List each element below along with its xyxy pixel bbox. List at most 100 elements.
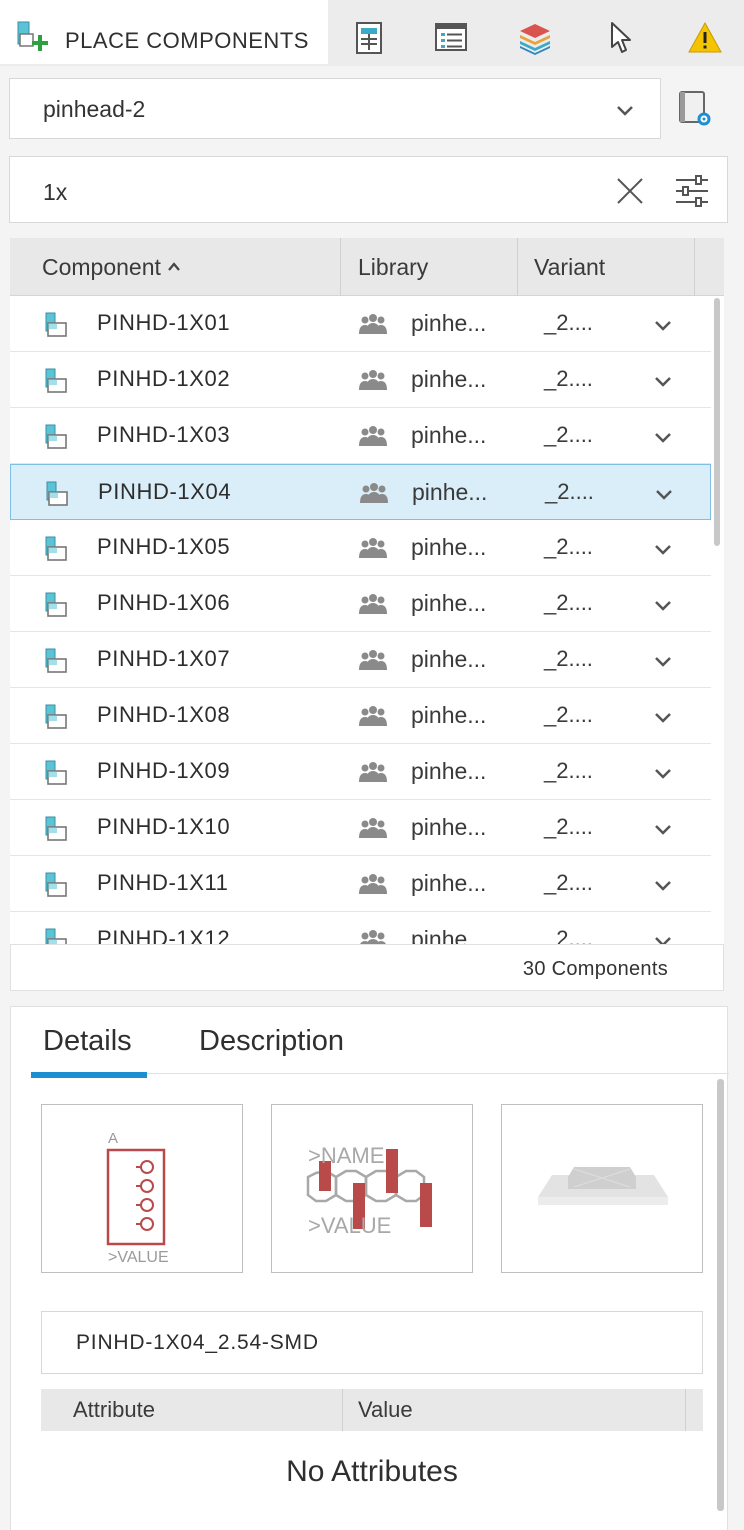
component-name: PINHD-1X01 — [97, 310, 231, 335]
chevron-down-icon[interactable] — [653, 483, 675, 505]
properties-icon[interactable] — [352, 20, 386, 56]
variant-name-field: PINHD-1X04_2.54-SMD — [41, 1311, 703, 1374]
table-row[interactable]: PINHD-1X04 pinhe... _2.... — [10, 464, 711, 520]
layers-icon[interactable] — [518, 20, 552, 56]
column-divider[interactable] — [517, 238, 518, 296]
panel-tab-bar: PLACE COMPONENTS — [0, 0, 744, 66]
filter-settings-icon[interactable] — [674, 174, 710, 208]
selection-filter-icon[interactable] — [604, 20, 638, 56]
table-row[interactable]: PINHD-1X10 pinhe... _2.... — [10, 800, 711, 856]
table-row[interactable]: PINHD-1X02 pinhe... _2.... — [10, 352, 711, 408]
sort-ascending-icon — [168, 262, 180, 271]
chevron-down-icon[interactable] — [652, 874, 674, 896]
variant-name: _2.... — [544, 310, 593, 335]
search-field[interactable]: 1x — [9, 156, 728, 223]
active-tab-indicator — [31, 1072, 147, 1078]
tab-details[interactable]: Details — [43, 1025, 132, 1058]
details-scrollbar-thumb[interactable] — [717, 1079, 724, 1511]
chevron-down-icon[interactable] — [652, 930, 674, 944]
chevron-down-icon[interactable] — [652, 650, 674, 672]
empty-attributes-message: No Attributes — [286, 1455, 458, 1488]
component-icon — [45, 704, 67, 729]
table-header: Component Library Variant — [10, 238, 724, 296]
table-row[interactable]: PINHD-1X05 pinhe... _2.... — [10, 520, 711, 576]
variant-name: _2.... — [544, 870, 593, 895]
component-name: PINHD-1X07 — [97, 646, 231, 671]
library-name: pinhe... — [411, 422, 487, 448]
tab-description[interactable]: Description — [199, 1025, 344, 1058]
symbol-preview[interactable]: A >VALUE — [41, 1104, 243, 1273]
component-name: PINHD-1X02 — [97, 366, 231, 391]
chevron-down-icon[interactable] — [652, 370, 674, 392]
library-name: pinhe... — [411, 702, 487, 728]
close-icon[interactable] — [614, 175, 646, 207]
column-header-variant[interactable]: Variant — [534, 238, 605, 296]
table-row[interactable]: PINHD-1X07 pinhe... _2.... — [10, 632, 711, 688]
variant-name: _2.... — [544, 814, 593, 839]
variant-name: _2.... — [544, 702, 593, 727]
component-icon — [45, 872, 67, 897]
footprint-preview[interactable]: >NAME >VALUE — [271, 1104, 473, 1273]
chevron-down-icon[interactable] — [652, 762, 674, 784]
component-name: PINHD-1X06 — [97, 590, 231, 615]
table-row[interactable]: PINHD-1X06 pinhe... _2.... — [10, 576, 711, 632]
component-icon — [46, 481, 68, 506]
component-name: PINHD-1X08 — [97, 702, 231, 727]
3d-model-preview[interactable] — [501, 1104, 703, 1273]
table-row[interactable]: PINHD-1X11 pinhe... _2.... — [10, 856, 711, 912]
component-name: PINHD-1X11 — [97, 870, 229, 895]
library-manager-icon[interactable] — [676, 88, 714, 128]
variant-name: _2.... — [544, 534, 593, 559]
table-row[interactable]: PINHD-1X09 pinhe... _2.... — [10, 744, 711, 800]
variant-name: _2.... — [545, 479, 594, 504]
table-row[interactable]: PINHD-1X03 pinhe... _2.... — [10, 408, 711, 464]
library-dropdown-value: pinhead-2 — [43, 96, 146, 122]
library-name: pinhe... — [411, 758, 487, 784]
component-icon — [45, 648, 67, 673]
chevron-down-icon[interactable] — [652, 706, 674, 728]
schematic-symbol-graphic: A >VALUE — [106, 1130, 169, 1266]
table-row[interactable]: PINHD-1X01 pinhe... _2.... — [10, 296, 711, 352]
library-name: pinhe... — [411, 534, 487, 560]
search-input[interactable]: 1x — [43, 179, 67, 206]
column-divider[interactable] — [685, 1389, 686, 1431]
column-header-attribute[interactable]: Attribute — [73, 1389, 155, 1431]
component-count: 30 Components — [522, 958, 668, 980]
table-row[interactable]: PINHD-1X08 pinhe... _2.... — [10, 688, 711, 744]
library-name: pinhe... — [411, 310, 487, 336]
library-users-icon — [359, 818, 387, 838]
chevron-down-icon[interactable] — [652, 594, 674, 616]
component-name: PINHD-1X10 — [97, 814, 231, 839]
column-header-value[interactable]: Value — [358, 1389, 413, 1431]
design-browser-icon[interactable] — [434, 20, 468, 56]
column-divider[interactable] — [340, 238, 341, 296]
chevron-down-icon[interactable] — [652, 538, 674, 560]
library-dropdown[interactable]: pinhead-2 — [9, 78, 661, 139]
place-component-icon — [17, 21, 48, 51]
column-header-component[interactable]: Component — [42, 238, 181, 296]
chevron-down-icon[interactable] — [652, 818, 674, 840]
table-scrollbar-thumb[interactable] — [714, 298, 720, 546]
component-name: PINHD-1X09 — [97, 758, 231, 783]
variant-name: _2.... — [544, 758, 593, 783]
tab-place-components[interactable]: PLACE COMPONENTS — [0, 0, 328, 64]
footprint-name-label: >NAME — [308, 1143, 384, 1168]
column-divider[interactable] — [694, 238, 695, 296]
library-name: pinhe... — [411, 814, 487, 840]
library-name: pinhe... — [412, 479, 488, 505]
variant-name: _2.... — [544, 926, 593, 944]
component-name: PINHD-1X03 — [97, 422, 231, 447]
library-users-icon — [359, 538, 387, 558]
column-header-library[interactable]: Library — [358, 238, 428, 296]
variant-name: _2.... — [544, 422, 593, 447]
library-name: pinhe... — [411, 926, 487, 944]
attribute-table-header: Attribute Value — [41, 1389, 703, 1431]
column-divider[interactable] — [342, 1389, 343, 1431]
library-users-icon — [359, 594, 387, 614]
chevron-down-icon[interactable] — [652, 426, 674, 448]
chevron-down-icon[interactable] — [652, 314, 674, 336]
warning-icon[interactable] — [688, 20, 722, 56]
library-users-icon — [359, 370, 387, 390]
component-name: PINHD-1X04 — [98, 479, 232, 504]
table-row[interactable]: PINHD-1X12 pinhe... _2.... — [10, 912, 711, 944]
